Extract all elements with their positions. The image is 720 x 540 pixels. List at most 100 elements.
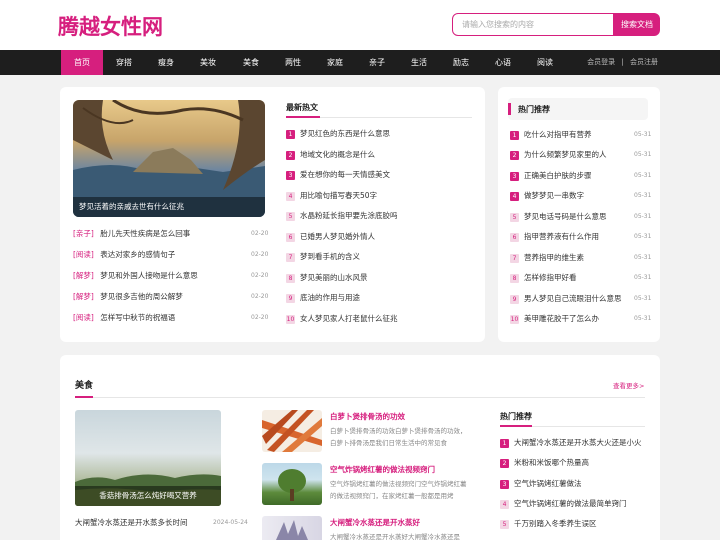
item-tag[interactable]: [阅读]: [73, 250, 94, 259]
item-title[interactable]: 为什么频繁梦见家里的人: [524, 150, 607, 159]
item-title[interactable]: 怎样写中秋节的祝福语: [100, 313, 175, 322]
item-tag[interactable]: [解梦]: [73, 271, 94, 280]
item-title[interactable]: 米粉和米饭哪个热量高: [514, 458, 589, 467]
item-tag[interactable]: [阅读]: [73, 313, 94, 322]
list-item[interactable]: [阅读] 表达对家乡的感情句子: [73, 248, 175, 262]
food-title[interactable]: 美食: [75, 378, 93, 391]
item-title[interactable]: 梦见很多吉他的周公解梦: [100, 292, 183, 301]
article-thumb[interactable]: [262, 410, 322, 452]
list-item[interactable]: 4 做梦梦见一串数字: [510, 189, 584, 203]
list-item[interactable]: [亲子] 胎儿先天性疾病是怎么回事: [73, 227, 190, 241]
item-title[interactable]: 做梦梦见一串数字: [524, 191, 584, 200]
nav-item-inspiration[interactable]: 励志: [440, 50, 482, 75]
item-title[interactable]: 营养指甲的维生素: [524, 253, 584, 262]
list-item[interactable]: 2 为什么频繁梦见家里的人: [510, 148, 607, 162]
list-item[interactable]: 1 大闸蟹冷水蒸还是开水蒸大火还是小火: [500, 436, 642, 450]
item-tag[interactable]: [亲子]: [73, 229, 94, 238]
list-item[interactable]: 7 梦到看手机的含义: [286, 250, 360, 264]
article-title[interactable]: 白萝卜煲排骨汤的功效: [330, 411, 405, 422]
list-item[interactable]: 5 水晶粉延长指甲要先涂底胶吗: [286, 209, 398, 223]
list-item[interactable]: 6 指甲营养液有什么作用: [510, 230, 599, 244]
list-item[interactable]: 8 怎样修指甲好看: [510, 271, 577, 285]
rank-badge: 10: [286, 314, 295, 324]
item-title[interactable]: 空气炸锅烤红薯的做法最简单窍门: [514, 499, 627, 508]
item-title[interactable]: 空气炸锅烤红薯做法: [514, 479, 582, 488]
list-item[interactable]: 5 千万别踏入冬季养生误区: [500, 517, 597, 531]
item-title[interactable]: 大闸蟹冷水蒸还是开水蒸多长时间: [75, 518, 188, 527]
item-title[interactable]: 梦见美丽的山水风景: [300, 273, 368, 282]
item-title[interactable]: 梦到看手机的含义: [300, 252, 360, 261]
nav-item-feelings[interactable]: 心语: [482, 50, 524, 75]
nav-item-outfit[interactable]: 穿搭: [103, 50, 145, 75]
rank-badge: 2: [286, 150, 295, 160]
item-title[interactable]: 正确美白护肤的步骤: [524, 171, 592, 180]
food-image-caption[interactable]: 香菇排骨汤怎么炖好喝又营养: [75, 486, 221, 506]
item-title[interactable]: 梦见电话号码是什么意思: [524, 212, 607, 221]
nav-item-parenting[interactable]: 亲子: [356, 50, 398, 75]
nav-item-makeup[interactable]: 美妆: [187, 50, 229, 75]
item-title[interactable]: 吃什么对指甲有营养: [524, 130, 592, 139]
food-image[interactable]: 香菇排骨汤怎么炖好喝又营养: [75, 410, 221, 506]
nav-item-food[interactable]: 美食: [230, 50, 272, 75]
register-link[interactable]: 会员注册: [630, 58, 658, 66]
list-item[interactable]: 1 梦见红色的东西是什么意思: [286, 127, 390, 141]
article-thumb[interactable]: [262, 516, 322, 540]
list-item[interactable]: 5 梦见电话号码是什么意思: [510, 210, 607, 224]
item-title[interactable]: 用比喻句描写春天50字: [300, 191, 377, 200]
list-item[interactable]: 7 营养指甲的维生素: [510, 251, 584, 265]
article-thumb[interactable]: [262, 463, 322, 505]
nav-item-life[interactable]: 生活: [398, 50, 440, 75]
site-logo[interactable]: 腾越女性网: [58, 11, 163, 41]
list-item[interactable]: [阅读] 怎样写中秋节的祝福语: [73, 311, 175, 325]
list-item[interactable]: [解梦] 梦见很多吉他的周公解梦: [73, 290, 183, 304]
item-title[interactable]: 男人梦见自己流眼泪什么意思: [524, 294, 622, 303]
nav-item-reading[interactable]: 阅读: [524, 50, 566, 75]
item-title[interactable]: 美甲雕花胶干了怎么办: [524, 314, 599, 323]
item-title[interactable]: 爱在想你的每一天情感美文: [300, 170, 390, 179]
item-title[interactable]: 已婚男人梦见婚外情人: [300, 232, 375, 241]
item-date: 05-31: [634, 131, 652, 138]
list-item[interactable]: 2 地域文化的概念是什么: [286, 148, 375, 162]
item-title[interactable]: 梦见和外国人接吻是什么意思: [100, 271, 198, 280]
search-input[interactable]: 请输入您搜索的内容: [452, 13, 614, 36]
list-item[interactable]: 10 女人梦见家人打老鼠什么征兆: [286, 312, 398, 326]
item-title[interactable]: 胎儿先天性疾病是怎么回事: [100, 229, 190, 238]
list-item[interactable]: 10 美甲雕花胶干了怎么办: [510, 312, 599, 326]
list-item[interactable]: 3 空气炸锅烤红薯做法: [500, 477, 582, 491]
item-title[interactable]: 大闸蟹冷水蒸还是开水蒸大火还是小火: [514, 438, 642, 447]
item-title[interactable]: 指甲营养液有什么作用: [524, 232, 599, 241]
list-item[interactable]: 大闸蟹冷水蒸还是开水蒸多长时间: [75, 516, 188, 530]
list-item[interactable]: 8 梦见美丽的山水风景: [286, 271, 368, 285]
item-title[interactable]: 千万别踏入冬季养生误区: [514, 519, 597, 528]
list-item[interactable]: 6 已婚男人梦见婚外情人: [286, 230, 375, 244]
item-title[interactable]: 女人梦见家人打老鼠什么征兆: [300, 314, 398, 323]
featured-caption[interactable]: 梦见活着的亲戚去世有什么征兆: [73, 197, 265, 217]
login-link[interactable]: 会员登录: [587, 58, 615, 66]
list-item[interactable]: 3 正确美白护肤的步骤: [510, 169, 592, 183]
list-item[interactable]: 1 吃什么对指甲有营养: [510, 128, 592, 142]
list-item[interactable]: 9 底油的作用与用途: [286, 291, 360, 305]
list-item[interactable]: [解梦] 梦见和外国人接吻是什么意思: [73, 269, 198, 283]
article-title[interactable]: 空气炸锅烤红薯的做法视频窍门: [330, 464, 435, 475]
search-button[interactable]: 搜索文档: [614, 13, 660, 36]
featured-image[interactable]: 梦见活着的亲戚去世有什么征兆: [73, 100, 265, 217]
item-title[interactable]: 底油的作用与用途: [300, 293, 360, 302]
item-tag[interactable]: [解梦]: [73, 292, 94, 301]
nav-item-home[interactable]: 首页: [61, 50, 103, 75]
article-title[interactable]: 大闸蟹冷水蒸还是开水蒸好: [330, 517, 420, 528]
nav-item-relationships[interactable]: 两性: [272, 50, 314, 75]
nav-item-slimming[interactable]: 瘦身: [145, 50, 187, 75]
list-item[interactable]: 9 男人梦见自己流眼泪什么意思: [510, 292, 622, 306]
food-more-link[interactable]: 查看更多>: [613, 380, 644, 390]
item-title[interactable]: 梦见红色的东西是什么意思: [300, 129, 390, 138]
hot-title: 热门推荐: [518, 105, 550, 114]
item-title[interactable]: 表达对家乡的感情句子: [100, 250, 175, 259]
item-title[interactable]: 地域文化的概念是什么: [300, 150, 375, 159]
list-item[interactable]: 4 空气炸锅烤红薯的做法最简单窍门: [500, 497, 627, 511]
item-title[interactable]: 水晶粉延长指甲要先涂底胶吗: [300, 211, 398, 220]
list-item[interactable]: 3 爱在想你的每一天情感美文: [286, 168, 390, 182]
list-item[interactable]: 4 用比喻句描写春天50字: [286, 189, 377, 203]
nav-item-family[interactable]: 家庭: [314, 50, 356, 75]
item-title[interactable]: 怎样修指甲好看: [524, 273, 577, 282]
list-item[interactable]: 2 米粉和米饭哪个热量高: [500, 456, 589, 470]
